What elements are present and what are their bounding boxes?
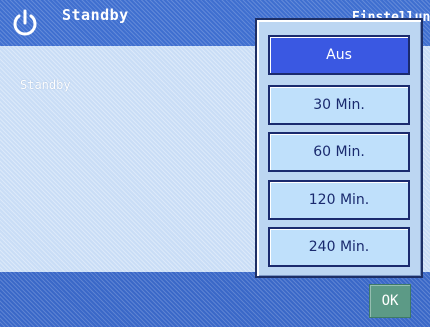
option-aus[interactable]: Aus — [268, 35, 410, 75]
setting-label: Standby — [20, 78, 71, 92]
option-120-min[interactable]: 120 Min. — [268, 180, 410, 220]
standby-options-popup: Aus 30 Min. 60 Min. 120 Min. 240 Min. — [255, 18, 423, 278]
screen: Standby Einstellungen Standby OK Aus 30 … — [0, 0, 430, 327]
option-30-min[interactable]: 30 Min. — [268, 85, 410, 125]
power-icon — [13, 9, 37, 36]
page-title: Standby — [62, 6, 129, 24]
option-240-min[interactable]: 240 Min. — [268, 227, 410, 267]
footer-bar — [0, 272, 430, 327]
ok-button[interactable]: OK — [369, 284, 411, 318]
option-60-min[interactable]: 60 Min. — [268, 132, 410, 172]
